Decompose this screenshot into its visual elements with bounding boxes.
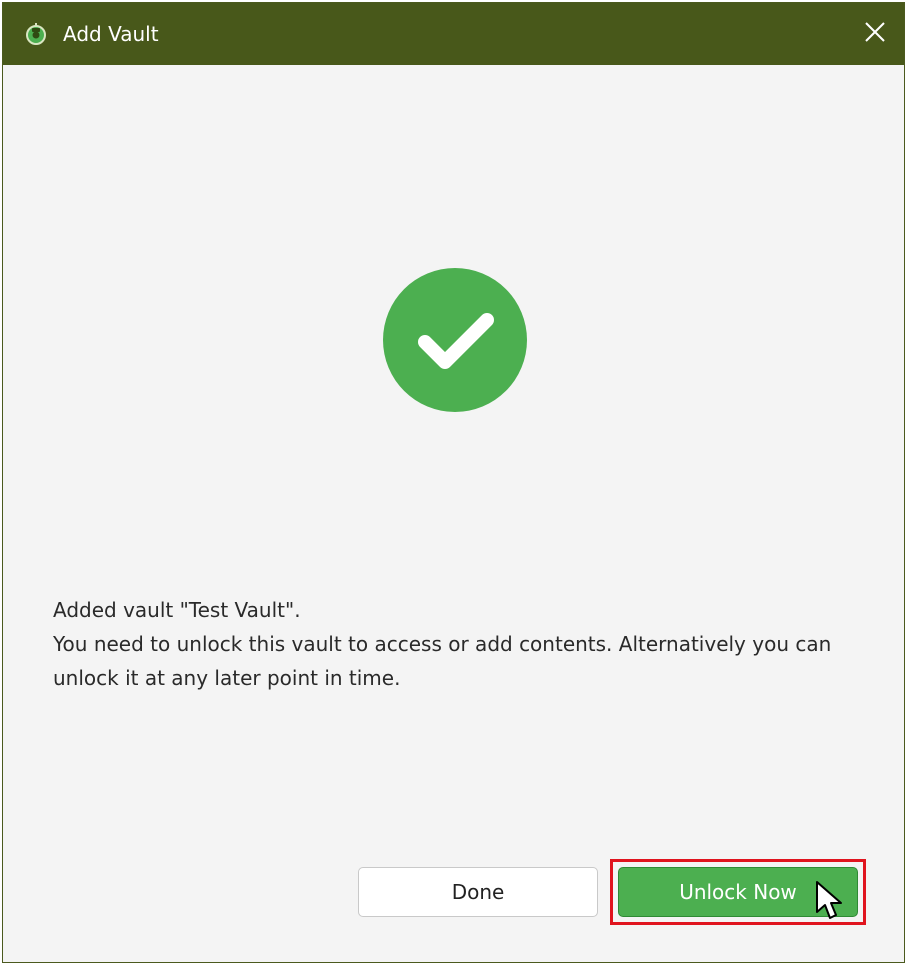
- message-line-1: Added vault "Test Vault".: [53, 598, 301, 622]
- vault-app-icon: [23, 21, 49, 47]
- add-vault-dialog: Add Vault Added vault "Test Vault". You …: [2, 2, 905, 963]
- mouse-cursor-icon: [815, 880, 843, 922]
- title-bar: Add Vault: [3, 3, 904, 65]
- message-line-2: You need to unlock this vault to access …: [53, 632, 832, 690]
- close-icon: [864, 21, 886, 47]
- window-title: Add Vault: [63, 22, 159, 46]
- done-button[interactable]: Done: [358, 867, 598, 917]
- close-button[interactable]: [854, 13, 896, 55]
- success-check-icon: [383, 268, 527, 412]
- message-text: Added vault "Test Vault". You need to un…: [53, 593, 853, 695]
